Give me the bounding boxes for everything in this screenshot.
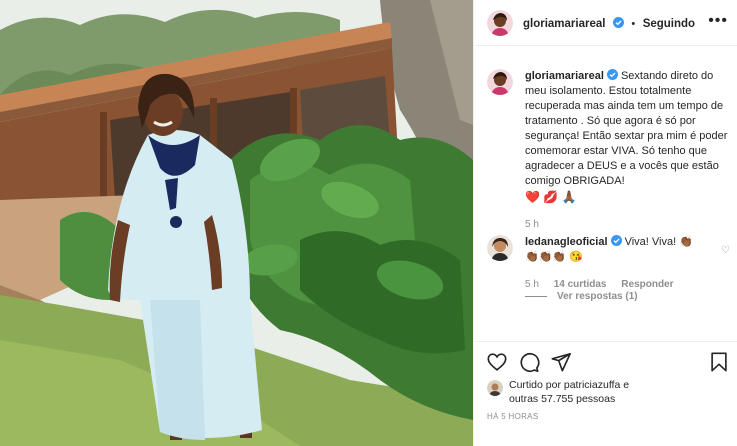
following-button[interactable]: Seguindo (643, 18, 695, 30)
caption-body: gloriamariareal Sextando direto do meu i… (525, 69, 730, 232)
view-replies-label: Ver respostas (1) (557, 291, 638, 302)
author-line: gloriamariareal • Seguindo (523, 14, 695, 32)
verified-badge-icon (610, 235, 622, 246)
action-icons-row (486, 351, 730, 373)
caption-emojis: ❤️ 💋 🙏🏾 (525, 190, 577, 204)
liked-and: e (623, 379, 630, 391)
comment-username[interactable]: ledanagleoficial (525, 236, 608, 248)
share-icon[interactable] (550, 351, 572, 373)
reply-button[interactable]: Responder (621, 279, 673, 290)
commenter-avatar[interactable] (487, 235, 513, 261)
comment-time[interactable]: 5 h (525, 279, 539, 290)
liker-avatar[interactable] (487, 380, 503, 396)
post-photo[interactable] (0, 0, 473, 446)
liker-avatar-image (487, 380, 503, 396)
post-time-ago[interactable]: HÁ 5 HORAS (487, 412, 538, 421)
comment-text: Viva! Viva! 👏🏾 (624, 236, 693, 248)
caption-avatar[interactable] (487, 69, 513, 95)
post-header: gloriamariareal • Seguindo ••• (474, 0, 737, 46)
comments-section: gloriamariareal Sextando direto do meu i… (474, 47, 737, 340)
caption-username[interactable]: gloriamariareal (525, 70, 604, 82)
post-panel: gloriamariareal • Seguindo ••• gloriamar… (473, 0, 737, 446)
heart-icon[interactable] (486, 351, 508, 373)
liked-user[interactable]: patriciazuffa (564, 379, 620, 391)
separator-dot: • (631, 17, 636, 30)
verified-badge-icon (612, 15, 624, 28)
commenter-avatar-image (487, 235, 513, 261)
caption-avatar-image (487, 69, 513, 95)
caption-text: Sextando direto do meu isolamento. Estou… (525, 70, 728, 187)
bookmark-icon[interactable] (708, 351, 730, 373)
author-username[interactable]: gloriamariareal (523, 18, 605, 30)
comment-meta: 5 h 14 curtidas Responder (525, 277, 705, 292)
action-bar: Curtido por patriciazuffa e outras 57.75… (474, 341, 737, 446)
verified-badge-icon (606, 69, 618, 80)
liked-prefix: Curtido por (509, 379, 561, 391)
view-replies-button[interactable]: Ver respostas (1) (525, 291, 638, 302)
comment-likes[interactable]: 14 curtidas (554, 279, 607, 290)
comment-like-icon[interactable]: ♡ (721, 245, 730, 256)
comment-icon[interactable] (518, 351, 540, 373)
comment-body: ledanagleoficial Viva! Viva! 👏🏾 👏🏾👏🏾👏🏾 😘… (525, 235, 705, 292)
post-photo-image (0, 0, 473, 446)
comment-emojis: 👏🏾👏🏾👏🏾 😘 (525, 251, 583, 263)
more-options-icon[interactable]: ••• (708, 13, 728, 29)
caption-time[interactable]: 5 h (525, 217, 730, 232)
replies-divider-line (525, 296, 547, 297)
likes-text: Curtido por patriciazuffa e outras 57.75… (509, 378, 724, 406)
author-avatar-image (487, 9, 513, 36)
author-avatar[interactable] (487, 9, 513, 36)
liked-others[interactable]: outras 57.755 pessoas (509, 393, 615, 405)
